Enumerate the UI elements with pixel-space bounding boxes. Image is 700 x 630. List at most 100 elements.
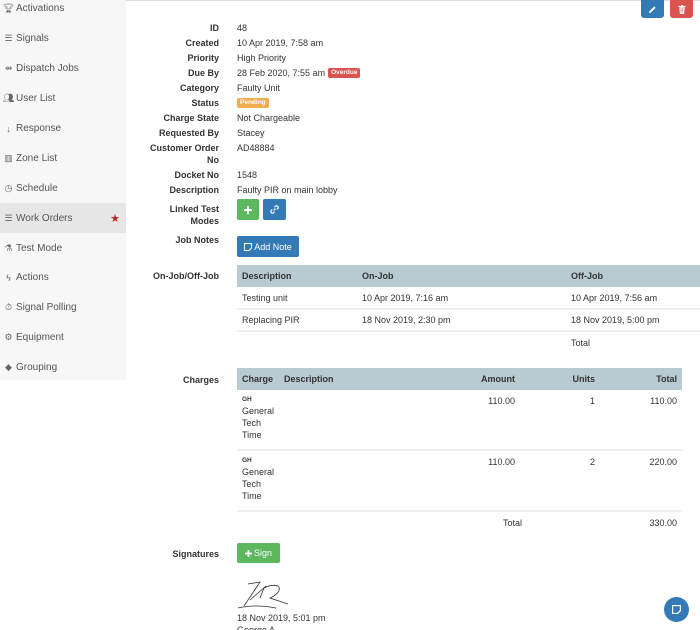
charge-name-line: General [242, 406, 275, 416]
sidebar-item-grouping[interactable]: ◆ Grouping [0, 353, 126, 383]
empty-cell [279, 510, 430, 536]
link-test-mode-button[interactable] [263, 199, 286, 220]
sidebar-item-label: Actions [16, 272, 49, 284]
requested-by-value: Stacey [237, 128, 265, 138]
detail-row-category: Category Faulty Unit [140, 82, 700, 94]
sidebar-item-label: Response [16, 123, 62, 134]
clock-icon: ◷ [4, 182, 13, 193]
trash-icon [677, 4, 686, 14]
charge-cell: GH General Tech Time [237, 390, 279, 450]
sidebar-item-actions[interactable]: ϟ Actions [0, 263, 126, 293]
onjob-total-row: Total [237, 330, 700, 353]
onjob-label: On-Job/Off-Job [153, 271, 219, 281]
linked-test-modes-label-line2: Modes [190, 216, 219, 226]
charge-state-label: Charge State [163, 113, 219, 123]
sidebar-item-label: Schedule [16, 182, 58, 194]
top-divider [126, 0, 700, 1]
sidebar-item-user-list[interactable]: 👥︎ User List [0, 84, 126, 114]
detail-row-linked-test-modes: Linked Test Modes [140, 199, 700, 227]
edit-button[interactable] [641, 0, 664, 18]
charge-name-line: Time [242, 491, 262, 501]
sidebar-item-label: Signals [16, 33, 49, 45]
onjob-description: Replacing PIR [237, 308, 357, 331]
created-value: 10 Apr 2019, 7:58 am [237, 38, 324, 48]
plus-icon [244, 205, 252, 214]
sidebar-item-activations[interactable]: 🏆︎ Activations [0, 0, 126, 24]
empty-cell [357, 330, 566, 353]
list-ol-icon: ☰ [4, 212, 13, 223]
job-notes-label: Job Notes [175, 235, 219, 245]
table-row: Testing unit 10 Apr 2019, 7:16 am 10 Apr… [237, 287, 700, 309]
building-icon: ▥ [4, 152, 13, 163]
sidebar-item-dispatch-jobs[interactable]: ⇴ Dispatch Jobs [0, 54, 126, 84]
onjob-total-label: Total [566, 330, 700, 353]
sidebar-item-zone-list[interactable]: ▥ Zone List [0, 143, 126, 173]
add-note-button[interactable]: Add Note [237, 236, 299, 257]
empty-cell [237, 510, 280, 536]
charge-code: GH [242, 457, 252, 464]
customer-order-label: Customer Order No [140, 142, 219, 166]
table-row: GH General Tech Time 110.00 1 110.00 [237, 390, 682, 450]
delete-button[interactable] [670, 0, 693, 18]
sidebar-item-test-mode[interactable]: ⚗ Test Mode [0, 233, 126, 263]
sidebar-item-response[interactable]: ↓ Response [0, 114, 126, 144]
charges-header-amount: Amount [429, 368, 521, 390]
onjob-header-row: Description On-Job Off-Job [237, 265, 700, 287]
due-by-value: 28 Feb 2020, 7:55 am [237, 68, 326, 78]
description-value: Faulty PIR on main lobby [237, 185, 338, 195]
sidebar-item-label: Test Mode [16, 242, 63, 254]
linked-test-modes-label: Linked Test Modes [140, 203, 219, 227]
charges-total-label-text: Total [503, 518, 523, 528]
detail-row-customer-order: Customer Order No AD48884 [140, 142, 700, 166]
sidebar-item-label: User List [16, 93, 56, 105]
charge-description [279, 449, 430, 511]
sidebar-item-label: Zone List [16, 152, 58, 164]
plus-icon [244, 549, 252, 557]
floating-notes-button[interactable] [664, 597, 689, 622]
trophy-icon: 🏆︎ [2, 3, 15, 14]
charges-total-row: Total 330.00 [237, 510, 682, 536]
charges-header-description: Description [279, 368, 430, 390]
sign-button[interactable]: Sign [237, 543, 280, 563]
sidebar-item-label: Grouping [16, 362, 58, 374]
charge-units: 2 [520, 449, 601, 511]
add-test-mode-button[interactable] [237, 199, 259, 220]
sidebar-item-schedule[interactable]: ◷ Schedule [0, 173, 126, 203]
overdue-badge: Overdue [328, 68, 361, 78]
sticky-note-icon [244, 242, 253, 251]
users-icon: 👥︎ [2, 93, 15, 104]
sign-label: Sign [253, 548, 272, 558]
empty-cell [237, 330, 357, 353]
favorite-star-icon[interactable]: ★ [110, 212, 120, 225]
sidebar-item-label: Activations [16, 3, 65, 15]
sidebar-item-signal-polling[interactable]: ⏱︎ Signal Polling [0, 293, 126, 323]
detail-row-requested-by: Requested By Stacey [140, 127, 700, 139]
sidebar-item-signals[interactable]: ☰ Signals [0, 24, 126, 54]
detail-row-charge-state: Charge State Not Chargeable [140, 112, 700, 124]
onjob-on: 10 Apr 2019, 7:16 am [362, 292, 449, 303]
charge-name-line: General [242, 467, 275, 477]
flask-icon: ⚗ [4, 242, 13, 253]
link-icon [270, 205, 279, 214]
status-value-wrap: Pending [237, 97, 269, 109]
sidebar-item-work-orders[interactable]: ☰ Work Orders ★ [0, 203, 126, 234]
onjob-header-on: On-Job [357, 265, 566, 287]
charges-header-units: Units [520, 368, 601, 390]
status-badge: Pending [237, 98, 269, 108]
docket-no-label: Docket No [174, 170, 219, 180]
priority-value: High Priority [237, 53, 287, 63]
charge-amount: 110.00 [429, 449, 521, 511]
signature-image [237, 581, 289, 609]
list-icon: ☰ [4, 33, 13, 44]
stopwatch-icon: ⏱︎ [4, 302, 13, 313]
sidebar-item-equipment[interactable]: ⚙ Equipment [0, 323, 126, 353]
category-label: Category [179, 83, 219, 93]
sidebar-item-label: Signal Polling [16, 302, 77, 314]
tag-icon: ◆ [5, 362, 12, 373]
sidebar-item-label: Equipment [16, 332, 64, 344]
onjob-off: 18 Nov 2019, 5:00 pm [566, 308, 700, 331]
charge-code: GH [242, 396, 252, 403]
category-value: Faulty Unit [237, 83, 281, 93]
sidebar: 🏆︎ Activations ☰ Signals ⇴ Dispatch Jobs 👥︎… [0, 0, 126, 380]
detail-row-priority: Priority High Priority [140, 52, 700, 64]
